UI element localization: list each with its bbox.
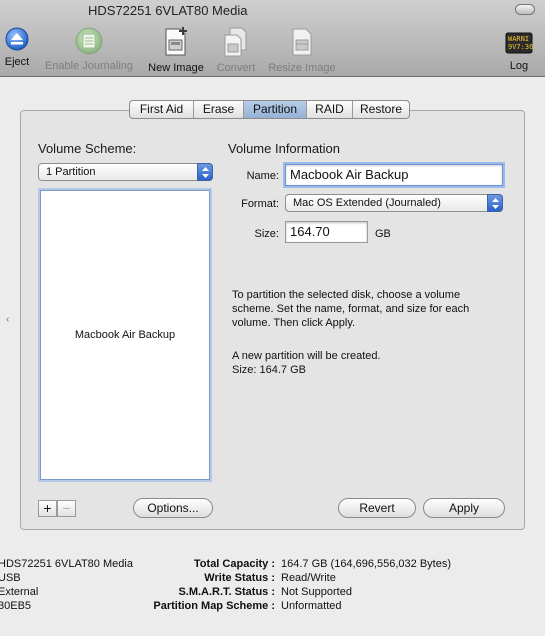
new-image-label: New Image <box>148 62 204 74</box>
partition-block-label: Macbook Air Backup <box>74 329 176 341</box>
partition-status-text: A new partition will be created. <box>232 350 381 362</box>
log-label: Log <box>509 60 529 72</box>
chevron-updown-icon <box>197 163 213 181</box>
partition-size-text: Size: 164.7 GB <box>232 364 306 376</box>
convert-label: Convert <box>216 62 256 74</box>
log-button[interactable]: WARNI 9V7:36 Log <box>502 26 536 72</box>
eject-icon <box>2 26 32 52</box>
volume-information-heading: Volume Information <box>228 141 341 156</box>
eject-button[interactable]: Eject <box>2 26 32 68</box>
remove-partition-button[interactable]: − <box>57 500 76 517</box>
eject-label: Eject <box>4 56 30 68</box>
disk-location: External <box>0 586 39 598</box>
toolbar-toggle-button[interactable] <box>515 4 535 15</box>
smart-status-value: Not Supported <box>281 586 352 598</box>
revert-button[interactable]: Revert <box>338 498 416 518</box>
tab-first-aid[interactable]: First Aid <box>130 101 194 118</box>
volume-scheme-heading: Volume Scheme: <box>38 141 137 156</box>
tab-bar: First Aid Erase Partition RAID Restore <box>129 100 410 119</box>
resize-image-label: Resize Image <box>268 62 336 74</box>
options-button[interactable]: Options... <box>133 498 213 518</box>
instructions-text: To partition the selected disk, choose a… <box>232 289 470 329</box>
disk-info-values: 164.7 GB (164,696,556,032 Bytes) Read/Wr… <box>281 557 451 613</box>
svg-text:9V7:36: 9V7:36 <box>508 43 533 51</box>
resize-image-button[interactable]: Resize Image <box>266 26 338 74</box>
name-field[interactable]: Macbook Air Backup <box>285 164 503 186</box>
format-label: Format: <box>241 198 279 210</box>
convert-icon <box>212 26 260 58</box>
disk-info-labels: Total Capacity : Write Status : S.M.A.R.… <box>120 557 275 613</box>
svg-text:WARNI: WARNI <box>508 35 529 43</box>
tab-partition[interactable]: Partition <box>244 101 307 118</box>
total-capacity-value: 164.7 GB (164,696,556,032 Bytes) <box>281 558 452 570</box>
format-select[interactable]: Mac OS Extended (Journaled) <box>285 194 503 212</box>
tab-erase[interactable]: Erase <box>194 101 244 118</box>
partition-map-scheme-label: Partition Map Scheme : <box>153 600 275 612</box>
tab-raid[interactable]: RAID <box>307 101 353 118</box>
convert-button[interactable]: Convert <box>212 26 260 74</box>
write-status-value: Read/Write <box>281 572 336 584</box>
tab-restore[interactable]: Restore <box>353 101 409 118</box>
total-capacity-label: Total Capacity : <box>193 558 275 570</box>
write-status-label: Write Status : <box>204 572 275 584</box>
disk-connection: USB <box>0 572 21 584</box>
journaling-icon <box>41 26 137 56</box>
size-unit-label: GB <box>375 228 391 240</box>
toolbar: HDS72251 6VLAT80 Media Eject Enable Jour… <box>0 0 545 77</box>
log-icon: WARNI 9V7:36 <box>502 32 536 56</box>
new-image-button[interactable]: New Image <box>144 26 208 74</box>
enable-journaling-label: Enable Journaling <box>44 60 134 72</box>
add-partition-button[interactable]: + <box>38 500 57 517</box>
chevron-updown-icon <box>487 194 503 212</box>
smart-status-label: S.M.A.R.T. Status : <box>178 586 275 598</box>
partition-map-scheme-value: Unformatted <box>281 600 342 612</box>
disk-summary: HDS72251 6VLAT80 Media USB External 30EB… <box>0 557 133 613</box>
format-value: Mac OS Extended (Journaled) <box>293 197 441 209</box>
scroll-arrow-icon: ‹ <box>6 314 10 325</box>
size-field[interactable]: 164.70 <box>285 221 368 243</box>
size-label: Size: <box>254 228 279 240</box>
name-label: Name: <box>246 170 279 182</box>
disk-name: HDS72251 6VLAT80 Media <box>0 558 133 570</box>
enable-journaling-button[interactable]: Enable Journaling <box>41 26 137 72</box>
window-title: HDS72251 6VLAT80 Media <box>88 3 248 18</box>
apply-button[interactable]: Apply <box>423 498 505 518</box>
new-image-icon <box>144 26 208 58</box>
volume-scheme-value: 1 Partition <box>46 166 96 178</box>
volume-map: Macbook Air Backup <box>38 188 212 482</box>
partition-block[interactable]: Macbook Air Backup <box>40 190 210 480</box>
volume-scheme-select[interactable]: 1 Partition <box>38 163 213 181</box>
resize-image-icon <box>266 26 338 58</box>
disk-id: 30EB5 <box>0 600 32 612</box>
